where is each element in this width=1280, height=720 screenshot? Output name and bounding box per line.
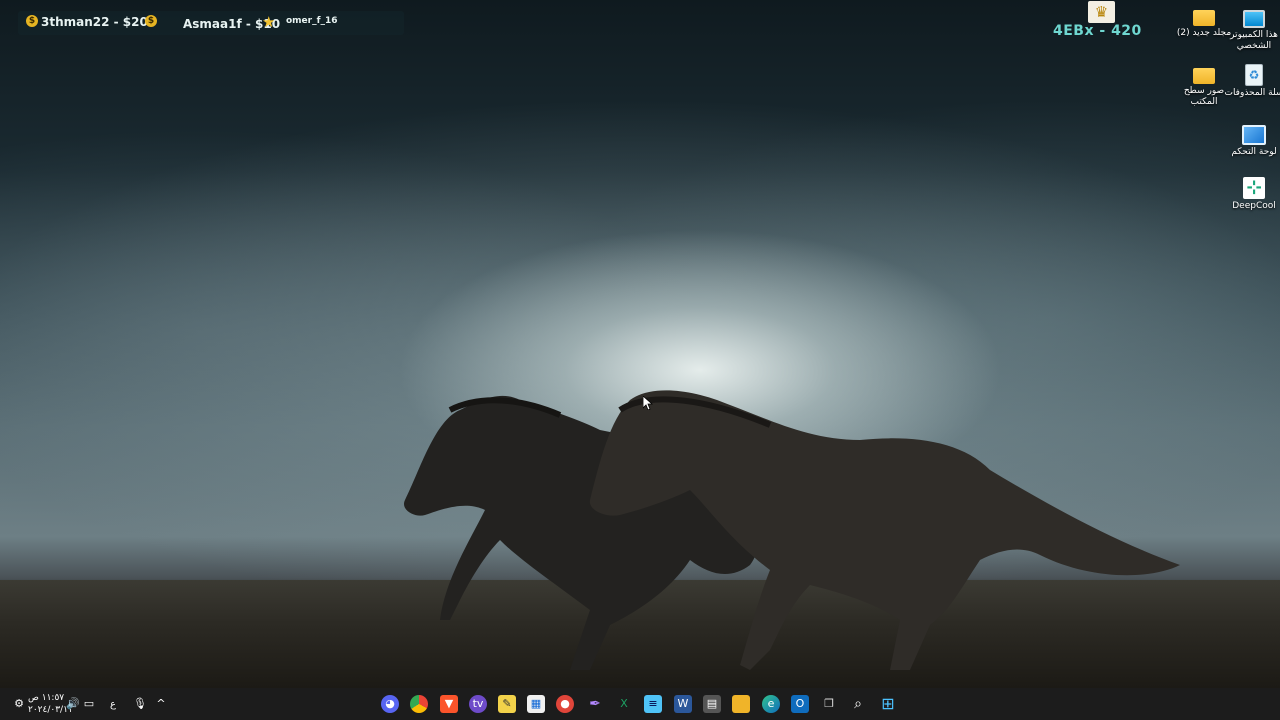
horses-image	[404, 390, 1180, 670]
mouse-cursor-icon	[643, 396, 653, 410]
capture-icon[interactable]: ●	[556, 695, 574, 713]
monitor-icon	[1243, 10, 1265, 28]
excel-icon[interactable]: X	[615, 695, 633, 713]
discord-icon[interactable]: ◕	[381, 695, 399, 713]
calculator-icon[interactable]: ▤	[703, 695, 721, 713]
twitch-icon[interactable]: tv	[469, 695, 487, 713]
folder-icon	[1193, 10, 1215, 26]
chevron-up-icon[interactable]: ^	[154, 697, 168, 711]
volume-icon[interactable]: 🔊	[66, 697, 80, 711]
edge-icon[interactable]: e	[762, 695, 780, 713]
deepcool-icon: ⊹	[1243, 177, 1265, 199]
taskbar	[0, 688, 1280, 720]
desktop-icon-label: مجلد جديد (2)	[1176, 28, 1232, 38]
start-icon[interactable]: ⊞	[879, 695, 897, 713]
desktop-icon-deepcool[interactable]: ⊹ DeepCool	[1224, 177, 1280, 212]
dollar-coin-icon: $	[145, 15, 157, 27]
input-language[interactable]: ع	[110, 699, 116, 710]
coin-icon: $	[26, 15, 38, 27]
word-icon[interactable]: W	[674, 695, 692, 713]
outlook-icon[interactable]: O	[791, 695, 809, 713]
notes-icon[interactable]: ✎	[498, 695, 516, 713]
desktop-icon-control-panel[interactable]: لوحة التحكم	[1224, 122, 1280, 158]
clock-time[interactable]: ١١:٥٧ ص	[28, 693, 64, 703]
subscriber-label: omer_f_16	[286, 16, 338, 26]
chrome-icon[interactable]	[410, 695, 428, 713]
donation-entry: 3thman22 - $200	[41, 15, 157, 29]
feather-icon[interactable]: ✒	[586, 695, 604, 713]
crown-icon: ♛	[1088, 1, 1115, 23]
brave-icon[interactable]: ▼	[440, 695, 458, 713]
recycle-bin-icon: ♻	[1245, 64, 1263, 86]
desktop-icon-label: صور سطح المكتب	[1183, 86, 1225, 107]
desktop-icon-label: لوحة التحكم	[1231, 147, 1277, 157]
network-icon[interactable]: ▭	[82, 697, 96, 711]
desktop-icon-desktop-pictures[interactable]: صور سطح المكتب	[1174, 64, 1234, 108]
desktop-icon-label: DeepCool	[1232, 201, 1276, 211]
star-icon: ★	[262, 13, 276, 31]
store-icon[interactable]: ▦	[527, 695, 545, 713]
desktop-icon-new-folder[interactable]: مجلد جديد (2)	[1174, 6, 1234, 39]
desktop-wallpaper	[0, 0, 1280, 688]
notification-icon[interactable]: ⚙	[12, 697, 26, 711]
folder-icon	[1193, 68, 1215, 84]
file-explorer-icon[interactable]	[732, 695, 750, 713]
search-icon[interactable]: ⌕	[849, 695, 867, 713]
notepad-icon[interactable]: ≡	[644, 695, 662, 713]
microphone-icon[interactable]: 🎙	[133, 697, 147, 711]
control-panel-icon	[1242, 125, 1266, 145]
task-view-icon[interactable]: ❐	[820, 695, 838, 713]
points-label: 4EBx - 420	[1053, 23, 1142, 39]
